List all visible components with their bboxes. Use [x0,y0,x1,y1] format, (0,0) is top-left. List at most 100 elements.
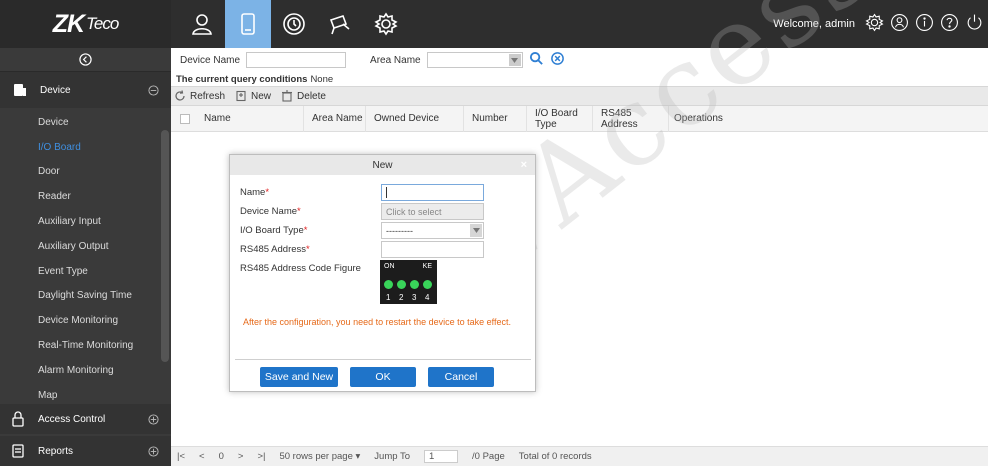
prev-page-icon[interactable]: < [199,451,205,462]
new-button[interactable]: New [235,90,271,102]
system-module-button[interactable] [363,0,409,48]
query-bar: Device Name Area Name [171,48,988,72]
next-page-icon[interactable]: > [238,451,244,462]
jump-to-input[interactable]: 1 [424,450,459,463]
required-marker: * [265,186,270,198]
rs485-label: RS485 Address [240,243,307,255]
rs485-row: RS485 Address * [240,240,310,258]
sidebar-section-access-control[interactable]: Access Control [0,404,171,434]
sidebar-item-device-monitoring[interactable]: Device Monitoring [0,308,171,333]
table-header: Name Area Name Owned Device Number I/O B… [171,105,988,132]
sidebar-collapse-button[interactable] [0,48,171,72]
section-device-label: Device [40,84,71,96]
camera-icon [329,14,350,35]
column-io-board-type[interactable]: I/O Board Type [527,105,593,132]
name-label: Name [240,186,266,198]
column-owned-device[interactable]: Owned Device [366,105,464,132]
device-name-select-field[interactable]: Click to select [381,203,484,220]
sidebar-item-daylight-saving-time[interactable]: Daylight Saving Time [0,284,171,309]
help-icon[interactable] [940,13,959,35]
refresh-icon [175,90,185,101]
dip-number-4: 4 [425,293,430,302]
dropdown-arrow-icon [508,54,521,66]
plus-circle-icon [148,445,159,457]
sidebar-item-event-type[interactable]: Event Type [0,259,171,284]
section-access-label: Access Control [38,413,106,425]
query-conditions: The current query conditions None [171,72,988,86]
personnel-module-button[interactable] [179,0,225,48]
user-info-icon[interactable] [890,13,909,35]
column-area-name[interactable]: Area Name [304,105,366,132]
column-operations[interactable]: Operations [669,106,723,132]
collapse-left-icon [79,53,92,66]
info-icon[interactable] [915,13,934,35]
query-conditions-value: None [310,73,334,85]
board-type-select[interactable]: --------- [381,222,484,239]
pagination-bar: |< < 0 > >| 50 rows per page ▾ Jump To 1… [171,446,988,466]
query-conditions-label: The current query conditions [176,73,308,85]
first-page-icon[interactable]: |< [177,451,185,462]
device-name-row: Device Name * [240,202,301,220]
sidebar-item-auxiliary-input[interactable]: Auxiliary Input [0,209,171,234]
close-icon[interactable]: × [521,159,527,171]
dip-number-2: 2 [399,293,404,302]
refresh-button[interactable]: Refresh [174,90,225,102]
last-page-icon[interactable]: >| [257,451,265,462]
column-rs485-address[interactable]: RS485 Address [593,105,669,132]
sidebar-scrollbar[interactable] [161,108,169,376]
access-module-button[interactable] [225,0,271,48]
search-icon[interactable] [529,51,544,69]
attendance-module-button[interactable] [271,0,317,48]
save-and-new-button[interactable]: Save and New [260,367,338,387]
dip-switch-1 [384,280,393,289]
rs485-address-input[interactable] [381,241,484,258]
ok-button[interactable]: OK [350,367,416,387]
sidebar-section-reports[interactable]: Reports [0,436,171,466]
area-name-select[interactable] [426,52,523,68]
sidebar-item-device[interactable]: Device [0,110,171,135]
sidebar-section-device[interactable]: Device [0,72,171,108]
settings-icon[interactable] [865,13,884,35]
board-type-label: I/O Board Type [240,224,304,236]
required-marker: * [297,205,301,217]
power-icon[interactable] [965,13,984,35]
restart-note: After the configuration, you need to res… [243,317,511,327]
dip-number-1: 1 [386,293,391,302]
cancel-button[interactable]: Cancel [428,367,494,387]
sidebar-item-real-time-monitoring[interactable]: Real-Time Monitoring [0,333,171,358]
module-bar [179,0,409,48]
record-total: Total of 0 records [518,451,592,462]
name-input[interactable] [381,184,484,201]
new-document-icon [236,90,246,102]
dip-on-label: ON [384,263,395,270]
top-right-area: Welcome, admin [773,13,988,35]
report-icon [12,444,24,458]
clear-search-icon[interactable] [550,51,565,69]
video-module-button[interactable] [317,0,363,48]
sidebar-item-alarm-monitoring[interactable]: Alarm Monitoring [0,358,171,383]
dip-switch-4 [423,280,432,289]
column-number[interactable]: Number [464,105,527,132]
clock-icon [283,13,305,35]
device-name-field-label: Device Name [240,205,298,217]
rows-per-page-select[interactable]: 50 rows per page ▾ [279,451,360,462]
logo-main: ZK [52,9,85,38]
column-name[interactable]: Name [204,105,304,132]
select-all-checkbox[interactable] [180,113,190,124]
device-name-search-input[interactable] [246,52,347,68]
dialog-title-bar: New × [230,155,535,175]
device-icon [14,84,26,96]
dip-switch-2 [397,280,406,289]
sidebar-item-reader[interactable]: Reader [0,184,171,209]
sidebar-item-i-o-board[interactable]: I/O Board [0,135,171,160]
sidebar-scroll-thumb[interactable] [161,130,169,362]
person-icon [192,14,212,35]
code-figure-row: RS485 Address Code Figure [240,259,361,277]
sidebar-item-auxiliary-output[interactable]: Auxiliary Output [0,234,171,259]
sidebar-item-door[interactable]: Door [0,160,171,185]
delete-button[interactable]: Delete [281,90,326,102]
plus-circle-icon [148,413,159,425]
area-name-label: Area Name [370,54,421,66]
dip-ke-label: KE [422,263,432,270]
new-io-board-dialog: New × Name * Device Name * Click to select… [229,154,536,392]
